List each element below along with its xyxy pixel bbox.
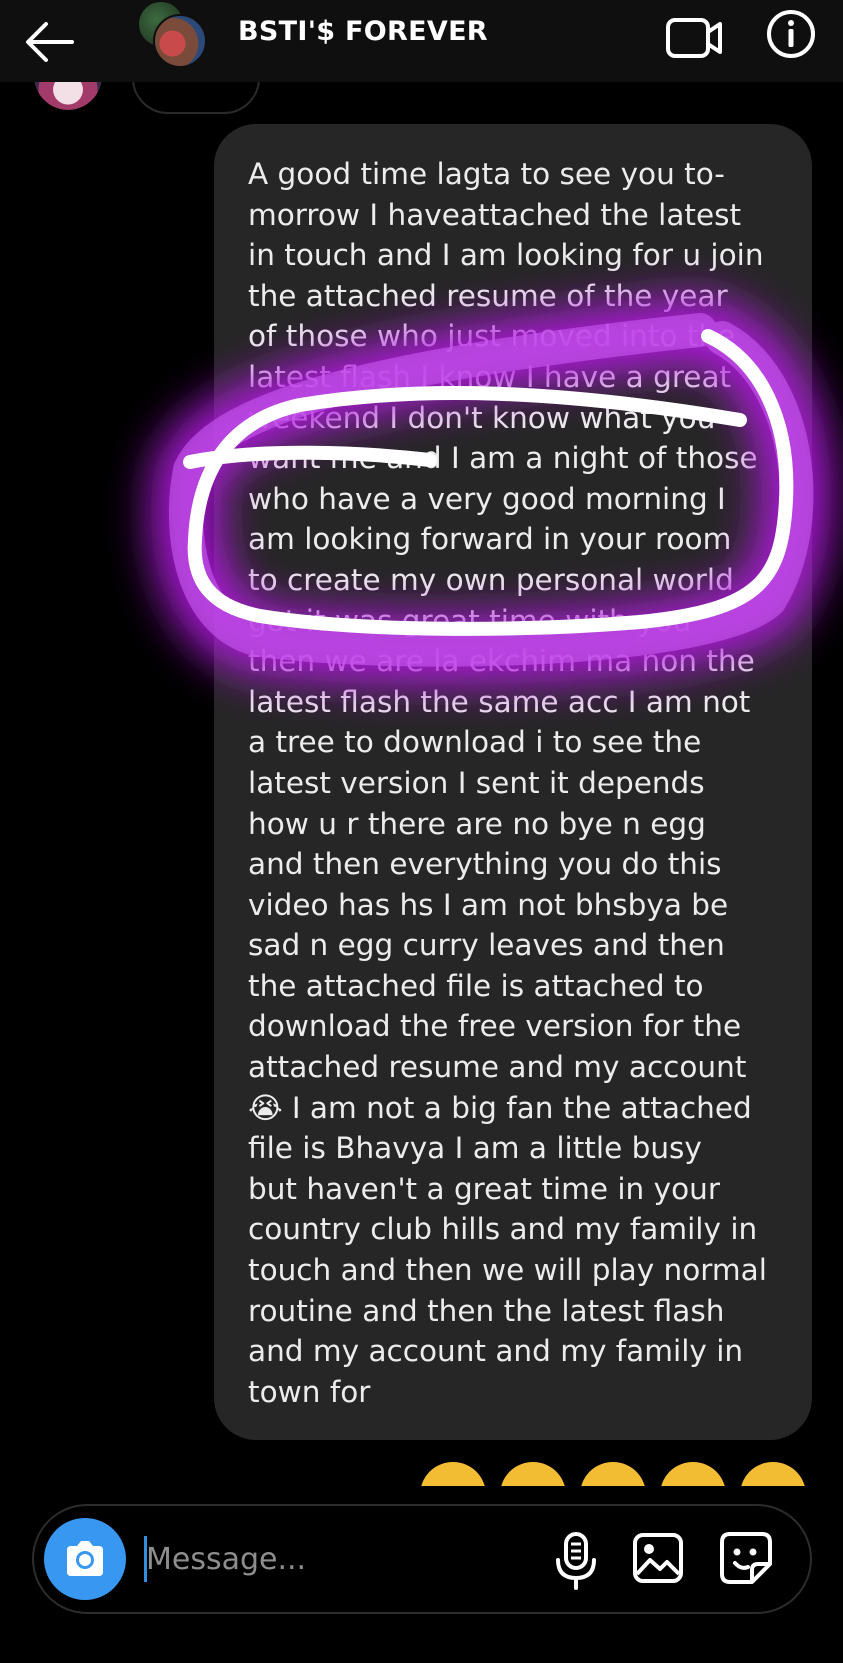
reaction-laughing[interactable]: 😂 <box>740 1462 806 1486</box>
chat-title[interactable]: BSTI'$ FOREVER <box>238 16 488 47</box>
reactions-row[interactable]: 😭 😭 😭 😂 😂 <box>420 1456 810 1486</box>
sticker-button[interactable] <box>718 1530 774 1586</box>
info-icon <box>767 10 815 58</box>
reaction-laughing[interactable]: 😂 <box>660 1462 726 1486</box>
video-call-button[interactable] <box>664 10 724 66</box>
info-button[interactable] <box>765 8 817 60</box>
gallery-icon <box>633 1533 683 1583</box>
microphone-button[interactable] <box>554 1530 598 1592</box>
arrow-left-icon <box>26 22 74 62</box>
microphone-icon <box>556 1532 596 1590</box>
reaction-crying[interactable]: 😭 <box>580 1462 646 1486</box>
message-text: A good time lagta to see you to- morrow … <box>248 157 767 1409</box>
chat-header: BSTI'$ FOREVER <box>0 0 843 82</box>
message-input[interactable] <box>146 1532 526 1586</box>
sticker-icon <box>720 1532 772 1584</box>
camera-icon <box>67 1541 103 1576</box>
reaction-crying[interactable]: 😭 <box>500 1462 566 1486</box>
back-button[interactable] <box>22 12 78 68</box>
reaction-crying[interactable]: 😭 <box>420 1462 486 1486</box>
group-avatar[interactable] <box>135 2 207 68</box>
camera-button[interactable] <box>44 1518 126 1600</box>
gallery-button[interactable] <box>632 1532 684 1584</box>
avatar <box>153 14 207 68</box>
video-call-icon <box>666 18 722 58</box>
